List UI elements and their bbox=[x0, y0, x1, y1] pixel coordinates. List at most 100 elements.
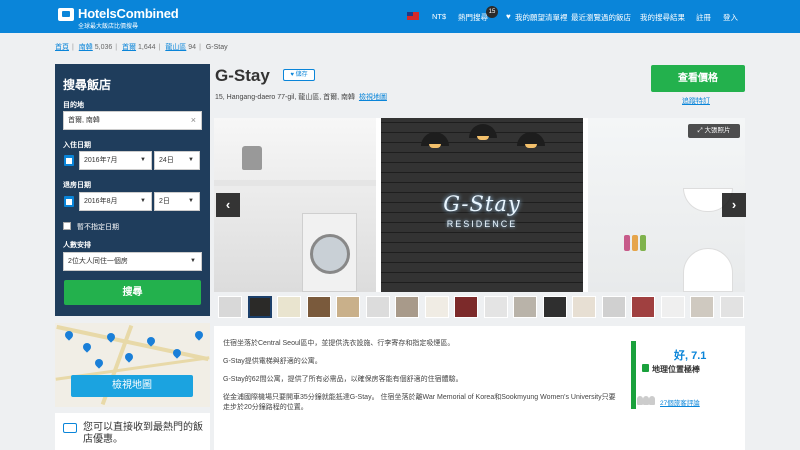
breadcrumb-korea[interactable]: 南韓 bbox=[79, 44, 93, 51]
map-preview[interactable]: 檢視地圖 bbox=[55, 323, 210, 407]
kettle-icon bbox=[242, 146, 262, 170]
photo-thumbnail[interactable] bbox=[277, 296, 301, 318]
photo-thumbnail[interactable] bbox=[306, 296, 331, 318]
breadcrumb-yongsan[interactable]: 龍山區 bbox=[165, 44, 186, 51]
guests-value: 2位大人同住一個房 bbox=[68, 258, 128, 265]
mail-icon bbox=[63, 423, 77, 433]
chevron-down-icon: ▼ bbox=[188, 198, 194, 204]
breadcrumb-separator: | bbox=[115, 44, 118, 51]
heart-icon: ♥ bbox=[506, 12, 511, 21]
photo-thumbnail[interactable] bbox=[631, 296, 655, 318]
deals-signup-text: 您可以直接收到最熱門的飯店優惠。 bbox=[83, 422, 203, 445]
checkout-label: 退房日期 bbox=[63, 182, 91, 189]
map-pin-icon[interactable] bbox=[193, 329, 205, 341]
map-pin-icon[interactable] bbox=[81, 341, 93, 353]
rating-value: 7.1 bbox=[691, 350, 707, 362]
calendar-icon[interactable] bbox=[64, 196, 74, 207]
view-map-button[interactable]: 檢視地圖 bbox=[71, 375, 193, 397]
breadcrumb-seoul[interactable]: 首爾 bbox=[122, 44, 136, 51]
hotel-address: 15, Hangang-daero 77-gil, 龍山區, 首爾, 南韓 檢視… bbox=[215, 92, 387, 102]
breadcrumb-separator: | bbox=[72, 44, 74, 51]
next-photo-arrow-icon[interactable]: › bbox=[722, 193, 746, 217]
calendar-icon[interactable] bbox=[64, 155, 74, 166]
photo-detail bbox=[214, 180, 376, 186]
hotel-address-text: 15, Hangang-daero 77-gil, 龍山區, 首爾, 南韓 bbox=[215, 94, 356, 101]
photo-thumbnail[interactable] bbox=[572, 296, 596, 318]
photo-gallery: G-Stay RESIDENCE bbox=[214, 118, 745, 292]
popular-search-link[interactable]: 熱門搜尋 bbox=[458, 12, 488, 23]
thumbs-up-icon bbox=[642, 364, 649, 372]
destination-value: 首爾, 南韓 bbox=[68, 117, 100, 124]
description-paragraph: G-Stay提供電梯與舒適的公寓。 bbox=[223, 358, 322, 365]
chevron-down-icon: ▼ bbox=[188, 157, 194, 163]
enlarge-photo-button[interactable]: ⤢ 大張照片 bbox=[688, 124, 740, 138]
checkin-label: 入住日期 bbox=[63, 142, 91, 149]
reviewers-icon bbox=[637, 396, 655, 405]
photo-thumbnail[interactable] bbox=[542, 296, 567, 318]
recent-hotels-link[interactable]: 最近瀏覽過的飯店 bbox=[571, 12, 631, 23]
favorites-link[interactable]: 我的願望清單裡 bbox=[515, 12, 568, 23]
washer-drum-icon bbox=[310, 234, 350, 274]
taiwan-flag-icon[interactable] bbox=[407, 12, 419, 20]
my-search-results-link[interactable]: 我的搜尋結果 bbox=[640, 12, 685, 23]
register-link[interactable]: 註冊 bbox=[696, 12, 711, 23]
save-button[interactable]: ♥ 儲存 bbox=[283, 69, 315, 81]
photo-thumbnail[interactable] bbox=[513, 296, 537, 318]
photo-thumbnail[interactable] bbox=[336, 296, 360, 318]
neon-sign-subtext: RESIDENCE bbox=[446, 219, 518, 229]
map-pin-icon[interactable] bbox=[123, 351, 135, 363]
track-deals-link[interactable]: 追蹤特訂 bbox=[682, 96, 710, 106]
popular-search-badge: 15 bbox=[486, 6, 498, 18]
lobby-sign-photo[interactable]: G-Stay RESIDENCE bbox=[381, 118, 583, 292]
currency-selector[interactable]: NT$ bbox=[432, 12, 446, 21]
login-link[interactable]: 登入 bbox=[723, 12, 738, 23]
logo-tagline: 全球最大飯店比價搜尋 bbox=[78, 24, 139, 30]
breadcrumb-count: 1,644 bbox=[138, 44, 156, 51]
rating-label: 好, bbox=[674, 350, 689, 362]
description-paragraph: 住宿坐落於Central Seoul區中，並提供洗衣設施、行李寄存和指定吸煙區。 bbox=[223, 340, 455, 347]
photo-thumbnail[interactable] bbox=[395, 296, 419, 318]
photo-thumbnail[interactable] bbox=[483, 296, 508, 318]
description-paragraph: G-Stay的62間公寓，提供了所有必需品，以確保房客能有個舒適的住宿體驗。 bbox=[223, 376, 463, 383]
chevron-down-icon: ▼ bbox=[140, 157, 146, 163]
breadcrumb-home[interactable]: 首頁 bbox=[55, 44, 69, 51]
rating-score: 好, 7.1 bbox=[674, 347, 706, 363]
hotel-name: G-Stay bbox=[215, 66, 270, 85]
photo-thumbnail[interactable] bbox=[247, 296, 272, 318]
breadcrumb: 首頁 | 南韓 5,036 | 首爾 1,644 | 龍山區 94 | G-Stay bbox=[55, 42, 228, 52]
checkin-month-value: 2016年7月 bbox=[84, 157, 118, 164]
save-label: 儲存 bbox=[295, 72, 308, 78]
guests-select[interactable]: 2位大人同住一個房 ▼ bbox=[63, 252, 202, 271]
description-paragraph: 從金浦國際機場只要開車35分鐘就能抵達G-Stay。 住宿坐落於離War Mem… bbox=[223, 394, 616, 411]
no-dates-checkbox[interactable] bbox=[63, 222, 71, 230]
breadcrumb-count: 94 bbox=[188, 44, 197, 51]
checkin-day-select[interactable]: 24日 ▼ bbox=[154, 151, 200, 170]
photo-thumbnail[interactable] bbox=[660, 296, 685, 318]
checkout-month-select[interactable]: 2016年8月 ▼ bbox=[79, 192, 152, 211]
view-map-link[interactable]: 檢視地圖 bbox=[359, 94, 387, 101]
top-navigation-bar: HotelsCombined 全球最大飯店比價搜尋 NT$ 熱門搜尋 15 ♥ … bbox=[0, 0, 800, 33]
breadcrumb-current: G-Stay bbox=[205, 44, 228, 51]
photo-thumbnail[interactable] bbox=[690, 296, 714, 318]
previous-photo-arrow-icon[interactable]: ‹ bbox=[216, 193, 240, 217]
photo-thumbnail[interactable] bbox=[601, 296, 626, 318]
photo-thumbnail[interactable] bbox=[424, 296, 449, 318]
photo-thumbnail[interactable] bbox=[218, 296, 242, 318]
checkout-month-value: 2016年8月 bbox=[84, 198, 118, 205]
checkin-month-select[interactable]: 2016年7月 ▼ bbox=[79, 151, 152, 170]
photo-thumbnail[interactable] bbox=[454, 296, 478, 318]
deals-signup-box: 您可以直接收到最熱門的飯店優惠。 bbox=[55, 413, 210, 450]
view-prices-button[interactable]: 查看價格 bbox=[651, 65, 745, 92]
reviews-link[interactable]: 27個旅客評論 bbox=[660, 397, 700, 407]
bottle-icon bbox=[624, 235, 630, 251]
bottle-icon bbox=[632, 235, 638, 251]
checkout-day-select[interactable]: 2日 ▼ bbox=[154, 192, 200, 211]
map-pin-icon[interactable] bbox=[93, 357, 105, 369]
destination-input[interactable]: 首爾, 南韓 × bbox=[63, 111, 202, 130]
clear-icon[interactable]: × bbox=[191, 112, 196, 129]
location-rating-text: 地理位置極棒 bbox=[652, 365, 700, 374]
photo-thumbnail[interactable] bbox=[365, 296, 390, 318]
search-button[interactable]: 搜尋 bbox=[64, 280, 201, 305]
chevron-down-icon: ▼ bbox=[190, 258, 196, 264]
photo-thumbnail[interactable] bbox=[719, 296, 744, 318]
